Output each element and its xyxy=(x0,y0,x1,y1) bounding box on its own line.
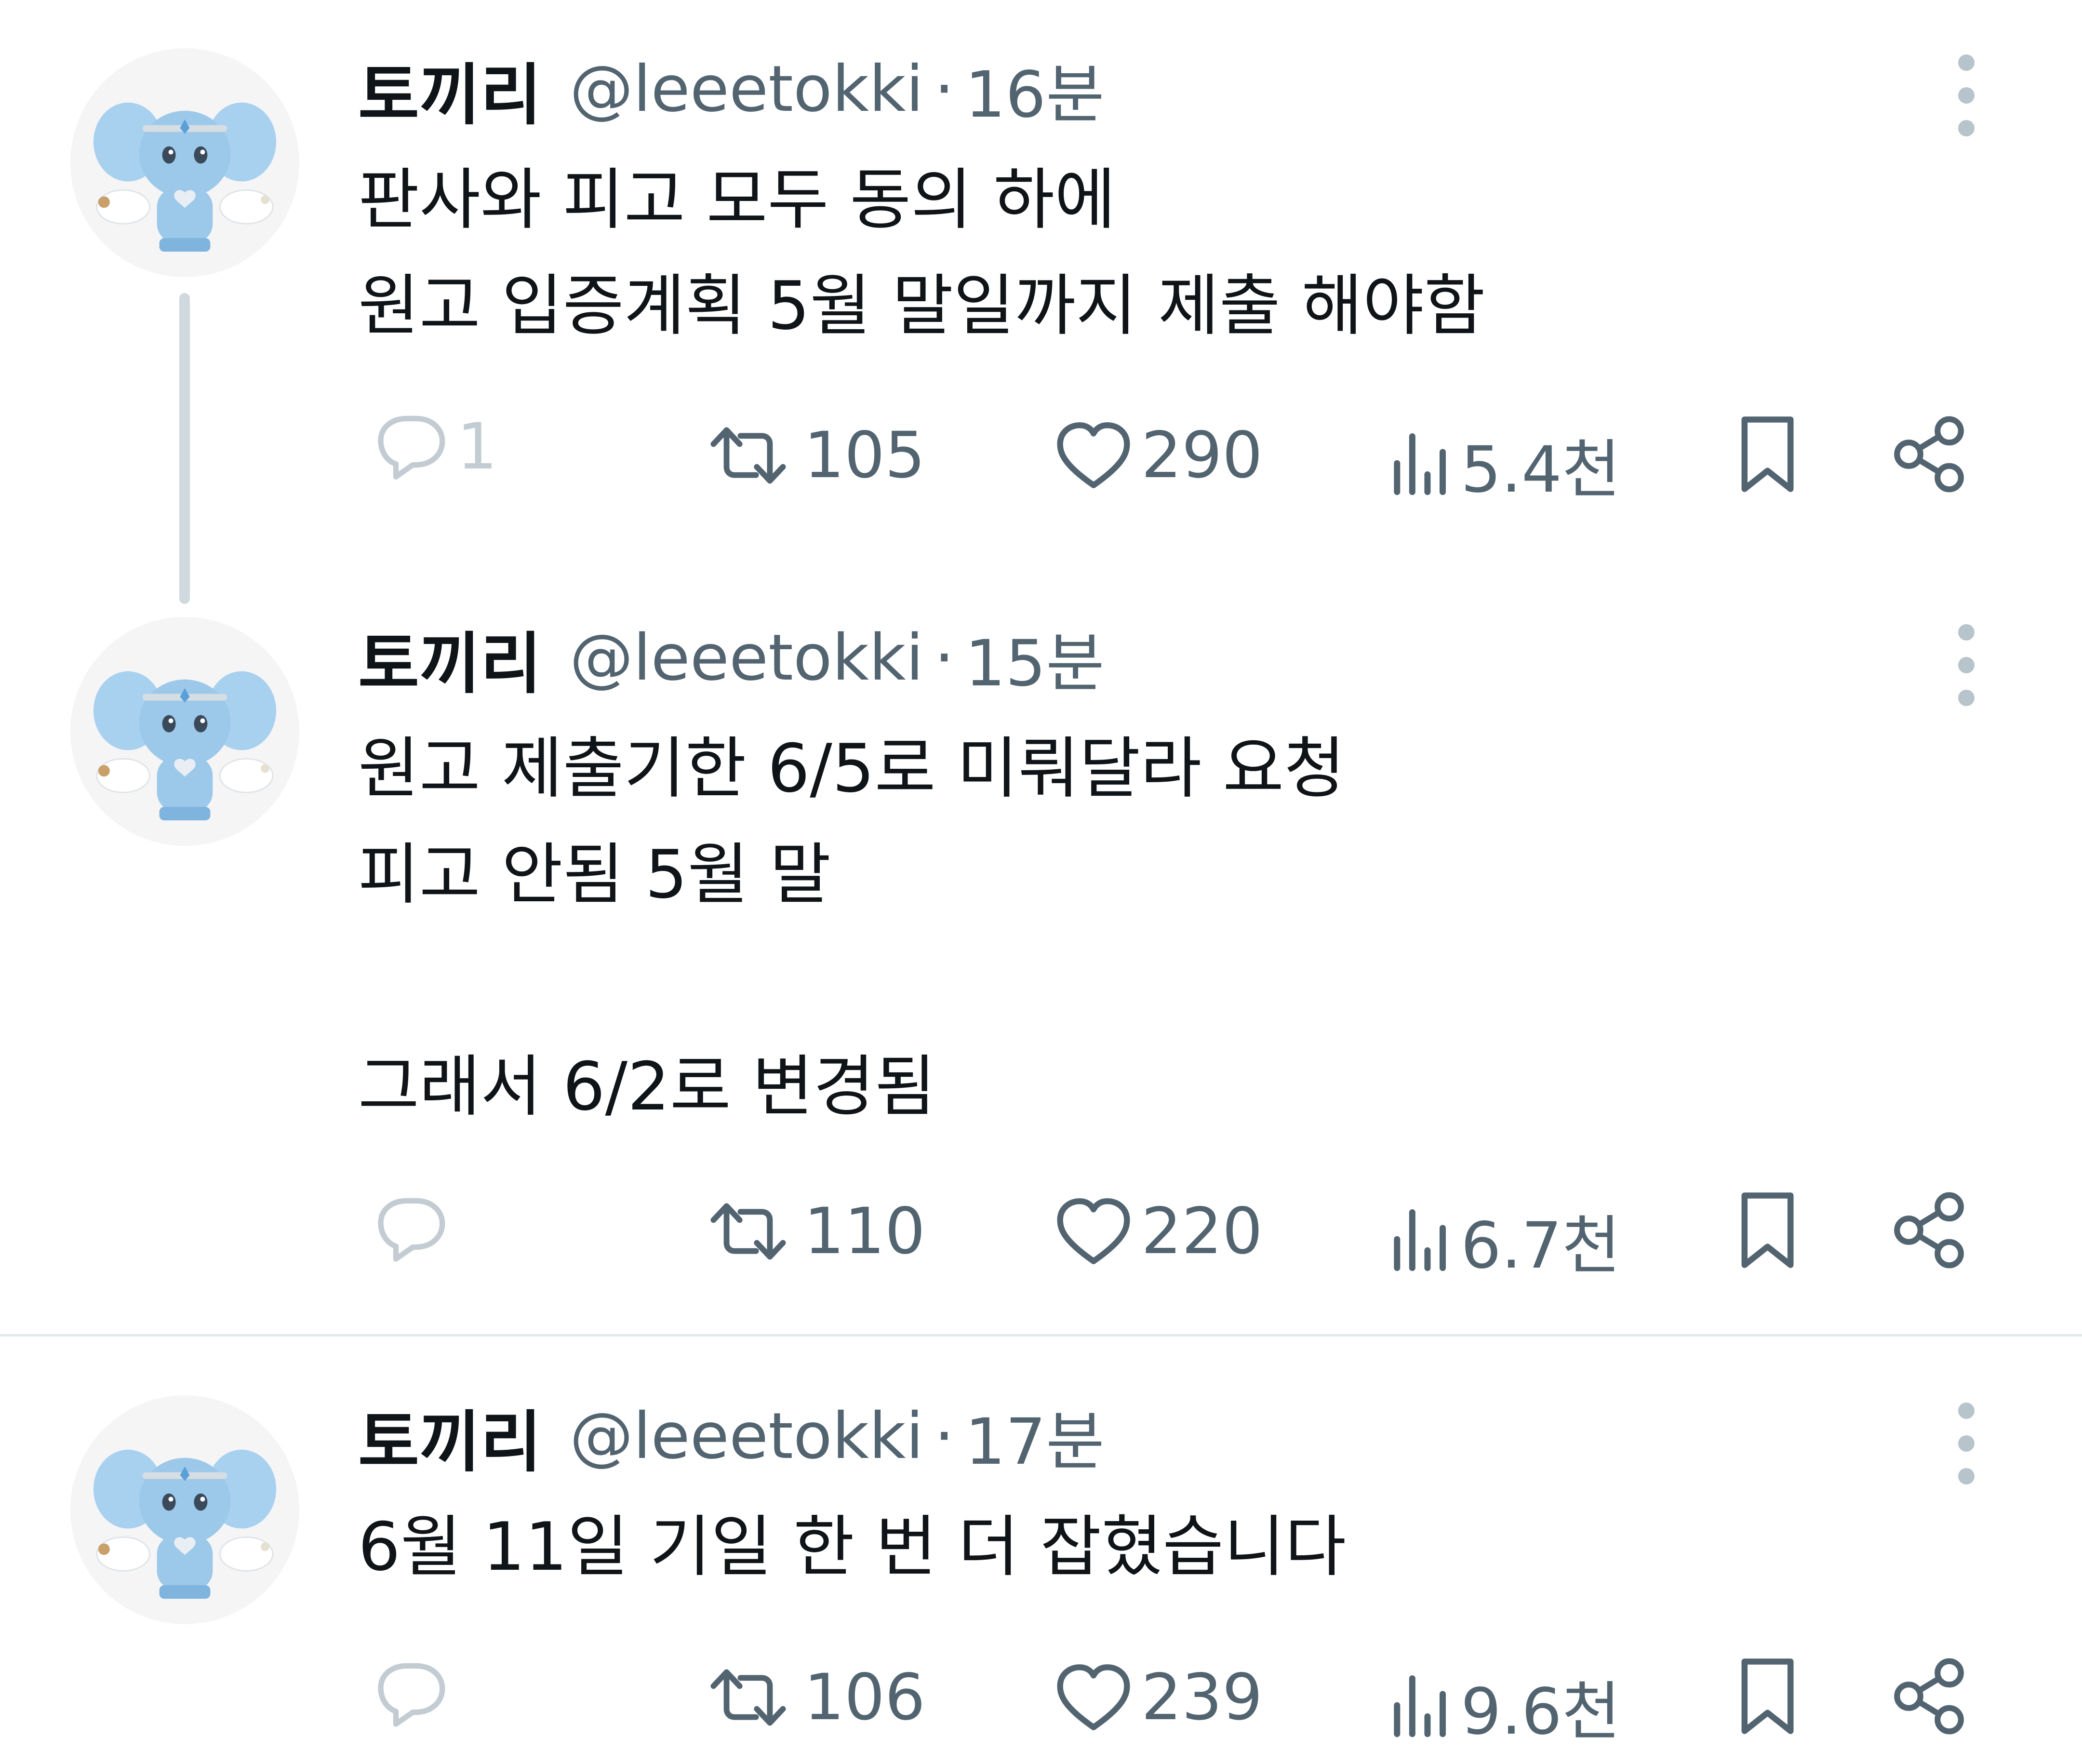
more-icon[interactable] xyxy=(1947,624,1986,706)
heart-icon xyxy=(1054,419,1133,492)
views-button[interactable]: 6.7천 xyxy=(1389,1194,1620,1286)
view-count: 5.4천 xyxy=(1461,433,1621,507)
avatar[interactable] xyxy=(70,617,299,846)
retweet-button[interactable]: 105 xyxy=(701,418,925,493)
view-count: 9.6천 xyxy=(1461,1675,1621,1749)
view-count: 6.7천 xyxy=(1461,1209,1621,1283)
tweet-header: 토끼리 @leeetokki · 16분 xyxy=(358,43,1105,135)
reply-button[interactable]: 1 xyxy=(364,410,497,484)
timestamp[interactable]: 17분 xyxy=(965,1390,1104,1483)
views-icon xyxy=(1394,1209,1446,1271)
tweet-text: 판사와 피고 모두 동의 하에 원고 입증계획 5월 말일까지 제출 해야함 xyxy=(358,161,1485,345)
like-count: 290 xyxy=(1141,418,1263,493)
like-count: 220 xyxy=(1141,1194,1263,1269)
tweet-header: 토끼리 @leeetokki · 17분 xyxy=(358,1390,1105,1482)
retweet-icon xyxy=(701,1195,795,1268)
like-button[interactable]: 239 xyxy=(1054,1660,1263,1735)
more-icon[interactable] xyxy=(1947,1403,1986,1484)
retweet-count: 106 xyxy=(804,1660,925,1735)
like-button[interactable]: 220 xyxy=(1054,1194,1263,1269)
retweet-count: 110 xyxy=(804,1194,925,1269)
retweet-count: 105 xyxy=(804,418,925,493)
avatar[interactable] xyxy=(70,48,299,277)
views-icon xyxy=(1394,1675,1446,1737)
user-handle[interactable]: @leeetokki xyxy=(570,621,923,695)
share-icon xyxy=(1892,414,1966,494)
tweet-text: 원고 제출기한 6/5로 미뤄달라 요청 피고 안됨 5월 말 그래서 6/2로… xyxy=(358,730,1346,1125)
like-count: 239 xyxy=(1141,1660,1263,1735)
tweet-header: 토끼리 @leeetokki · 15분 xyxy=(358,612,1105,704)
retweet-button[interactable]: 106 xyxy=(701,1660,925,1735)
display-name[interactable]: 토끼리 xyxy=(358,41,542,137)
tweet-text: 6월 11일 기일 한 번 더 잡혔습니다 xyxy=(358,1508,1347,1586)
separator-dot: · xyxy=(934,52,955,126)
bookmark-button[interactable] xyxy=(1735,1190,1800,1270)
display-name[interactable]: 토끼리 xyxy=(358,1388,542,1484)
bookmark-button[interactable] xyxy=(1735,414,1800,494)
bookmark-icon xyxy=(1735,1190,1800,1270)
retweet-icon xyxy=(701,1661,795,1734)
heart-icon xyxy=(1054,1661,1133,1734)
separator-dot: · xyxy=(934,621,955,695)
share-button[interactable] xyxy=(1892,1190,1966,1270)
views-button[interactable]: 5.4천 xyxy=(1389,418,1620,510)
retweet-button[interactable]: 110 xyxy=(701,1194,925,1269)
separator-dot: · xyxy=(934,1399,955,1473)
avatar[interactable] xyxy=(70,1395,299,1624)
share-icon xyxy=(1892,1190,1966,1270)
like-button[interactable]: 290 xyxy=(1054,418,1263,493)
display-name[interactable]: 토끼리 xyxy=(358,610,542,706)
retweet-icon xyxy=(701,419,795,492)
reply-icon xyxy=(364,1658,448,1730)
reply-count: 1 xyxy=(457,410,497,484)
heart-icon xyxy=(1054,1195,1133,1268)
reply-icon xyxy=(364,1193,448,1265)
thread-line xyxy=(179,293,190,604)
share-icon xyxy=(1892,1657,1966,1736)
reply-button[interactable] xyxy=(364,1658,457,1730)
more-icon[interactable] xyxy=(1947,54,1986,136)
reply-icon xyxy=(364,411,448,483)
share-button[interactable] xyxy=(1892,414,1966,494)
reply-button[interactable] xyxy=(364,1193,457,1265)
user-handle[interactable]: @leeetokki xyxy=(570,52,923,126)
bookmark-button[interactable] xyxy=(1735,1657,1800,1736)
bookmark-icon xyxy=(1735,414,1800,494)
share-button[interactable] xyxy=(1892,1657,1966,1736)
timestamp[interactable]: 16분 xyxy=(965,43,1104,135)
user-handle[interactable]: @leeetokki xyxy=(570,1399,923,1473)
views-button[interactable]: 9.6천 xyxy=(1389,1660,1620,1752)
timestamp[interactable]: 15분 xyxy=(965,612,1104,704)
bookmark-icon xyxy=(1735,1657,1800,1736)
views-icon xyxy=(1394,433,1446,495)
tweet-divider xyxy=(0,1334,2082,1336)
